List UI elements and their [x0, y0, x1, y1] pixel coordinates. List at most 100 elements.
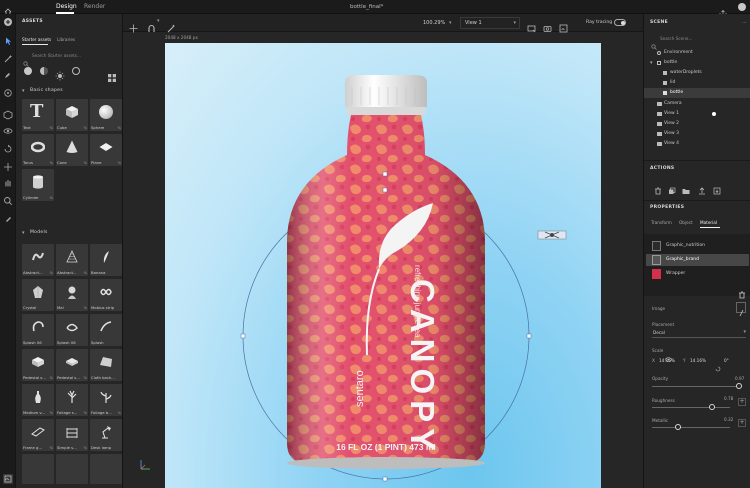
models-header[interactable]: Models [30, 230, 48, 235]
more-icon[interactable]: ⋯ [742, 20, 747, 26]
render-canvas[interactable]: CANOPY refreshing jungle tea sentaro 16 … [165, 43, 601, 488]
model-tile[interactable]: Simple s...% [56, 419, 88, 451]
gizmo-handle[interactable] [382, 476, 388, 482]
zoom-icon[interactable] [3, 196, 13, 206]
gizmo-handle[interactable] [382, 187, 388, 193]
panel-toggle-icon[interactable] [3, 474, 13, 484]
model-tile[interactable]: Foliage b...% [90, 384, 122, 416]
scene-item-lid[interactable]: lid [644, 78, 750, 88]
screenshot-icon[interactable] [559, 18, 568, 33]
model-tile[interactable]: Mobius strip [90, 279, 122, 311]
model-tile[interactable]: Pedestal s...% [56, 349, 88, 381]
model-tile[interactable]: Crystal [22, 279, 54, 311]
asset-tile-torus[interactable]: Torus % [22, 134, 54, 166]
roughness-value[interactable]: 0.78 [724, 396, 733, 401]
asset-tile-plane[interactable]: Plane % [90, 134, 122, 166]
model-tile[interactable]: Medium v...% [22, 384, 54, 416]
scene-search[interactable]: Search Scene... [650, 33, 746, 50]
scale-y-value[interactable]: 14.16% [690, 358, 706, 363]
ray-tracing-toggle[interactable] [614, 19, 626, 26]
roughness-slider[interactable] [652, 407, 730, 408]
grid-view-icon[interactable] [108, 67, 116, 82]
filter-lights-icon[interactable] [55, 66, 65, 81]
model-tile[interactable]: Mal% [56, 279, 88, 311]
model-tile[interactable]: Splash 08 [56, 314, 88, 346]
model-tile[interactable]: Frame g...% [22, 419, 54, 451]
rotation-value[interactable]: 0° [724, 358, 729, 363]
move-icon[interactable] [3, 162, 13, 172]
asset-tile-cylinder[interactable]: Cylinder % [22, 169, 54, 201]
camera-icon[interactable] [543, 18, 552, 32]
scene-item-bottle[interactable]: bottle [644, 88, 750, 98]
roughness-slider-knob[interactable] [709, 404, 715, 410]
upload-icon[interactable] [698, 180, 706, 195]
scene-item-view-3[interactable]: View 3 [644, 129, 750, 139]
gizmo-handle[interactable] [240, 333, 246, 339]
avatar[interactable] [738, 3, 746, 11]
add-icon[interactable] [3, 17, 13, 27]
tab-render[interactable]: Render [84, 3, 105, 10]
scene-item-bottle-group[interactable]: ▾ bottle [644, 58, 750, 68]
chevron-down-icon[interactable]: ▾ [650, 58, 653, 68]
home-icon[interactable] [3, 2, 13, 16]
placement-dropdown[interactable]: Decal ▾ [652, 329, 746, 338]
view-dropdown[interactable]: View 1 ▾ [460, 17, 520, 29]
filter-environments-icon[interactable] [72, 67, 80, 75]
opacity-slider-knob[interactable] [736, 383, 742, 389]
chevron-down-icon[interactable]: ▾ [449, 20, 452, 26]
add-texture-button[interactable]: + [738, 419, 746, 427]
scale-x-value[interactable]: 14.16% [659, 358, 675, 363]
scene-item-view-4[interactable]: View 4 [644, 139, 750, 149]
model-tile[interactable]: Cloth back... [90, 349, 122, 381]
chevron-down-icon[interactable]: ▾ [22, 230, 25, 236]
move-icon[interactable] [129, 18, 138, 33]
duplicate-icon[interactable] [668, 180, 676, 194]
asset-tile-cone[interactable]: Cone % [56, 134, 88, 166]
metallic-slider[interactable] [652, 427, 730, 428]
sample-icon[interactable] [3, 214, 13, 224]
orbit-icon[interactable] [3, 126, 13, 136]
model-tile[interactable]: Banana [90, 244, 122, 276]
scene-item-water-droplets[interactable]: waterDroplets [644, 68, 750, 78]
opacity-value[interactable]: 0.97 [735, 376, 744, 381]
tab-material[interactable]: Material [700, 220, 717, 225]
share-icon[interactable] [719, 3, 727, 18]
tab-object[interactable]: Object [679, 220, 693, 225]
model-tile[interactable]: Foliage s...% [56, 384, 88, 416]
model-tile[interactable]: Desk lamp [90, 419, 122, 451]
scene-item-camera[interactable]: Camera [644, 99, 750, 109]
model-tile[interactable]: Pedestal s...% [22, 349, 54, 381]
tab-transform[interactable]: Transform [651, 220, 672, 225]
paint-icon[interactable] [3, 70, 13, 80]
export-icon[interactable] [713, 180, 721, 195]
add-texture-button[interactable]: + [738, 398, 746, 406]
model-tile[interactable]: Splash [90, 314, 122, 346]
delete-icon[interactable] [654, 180, 662, 195]
zoom-level[interactable]: 100.29% [423, 20, 445, 26]
material-layer-graphic-brand[interactable]: Graphic_brand [646, 254, 749, 266]
magnet-icon[interactable] [147, 18, 156, 32]
basic-shapes-header[interactable]: Basic shapes [30, 88, 63, 93]
group-folder-icon[interactable] [682, 180, 690, 194]
chevron-down-icon[interactable]: ▾ [22, 88, 25, 94]
select-tool-icon[interactable] [3, 36, 13, 46]
decal-gizmo-icon[interactable] [537, 225, 567, 240]
metallic-slider-knob[interactable] [675, 424, 681, 430]
link-icon[interactable] [665, 347, 672, 362]
filter-materials-icon[interactable] [40, 67, 48, 75]
tab-starter-assets[interactable]: Starter assets [22, 37, 51, 42]
scene-item-view-1[interactable]: View 1 [644, 109, 750, 119]
asset-tile-cube[interactable]: Cube % [56, 99, 88, 131]
model-tile[interactable]: Abstract...% [56, 244, 88, 276]
assets-search[interactable]: Search Starter assets... [22, 50, 118, 67]
model-tile[interactable]: Splash 06 [22, 314, 54, 346]
asset-tile-text[interactable]: T Text % [22, 99, 54, 131]
tab-libraries[interactable]: Libraries [57, 37, 75, 42]
filter-shapes-icon[interactable] [24, 67, 32, 75]
magic-wand-icon[interactable] [3, 54, 13, 64]
metallic-value[interactable]: 0.32 [724, 417, 733, 422]
material-layer-wrapper[interactable]: Wrapper [646, 268, 749, 280]
transform-icon[interactable] [3, 110, 13, 120]
pan-icon[interactable] [3, 178, 13, 188]
gizmo-handle[interactable] [382, 171, 388, 177]
